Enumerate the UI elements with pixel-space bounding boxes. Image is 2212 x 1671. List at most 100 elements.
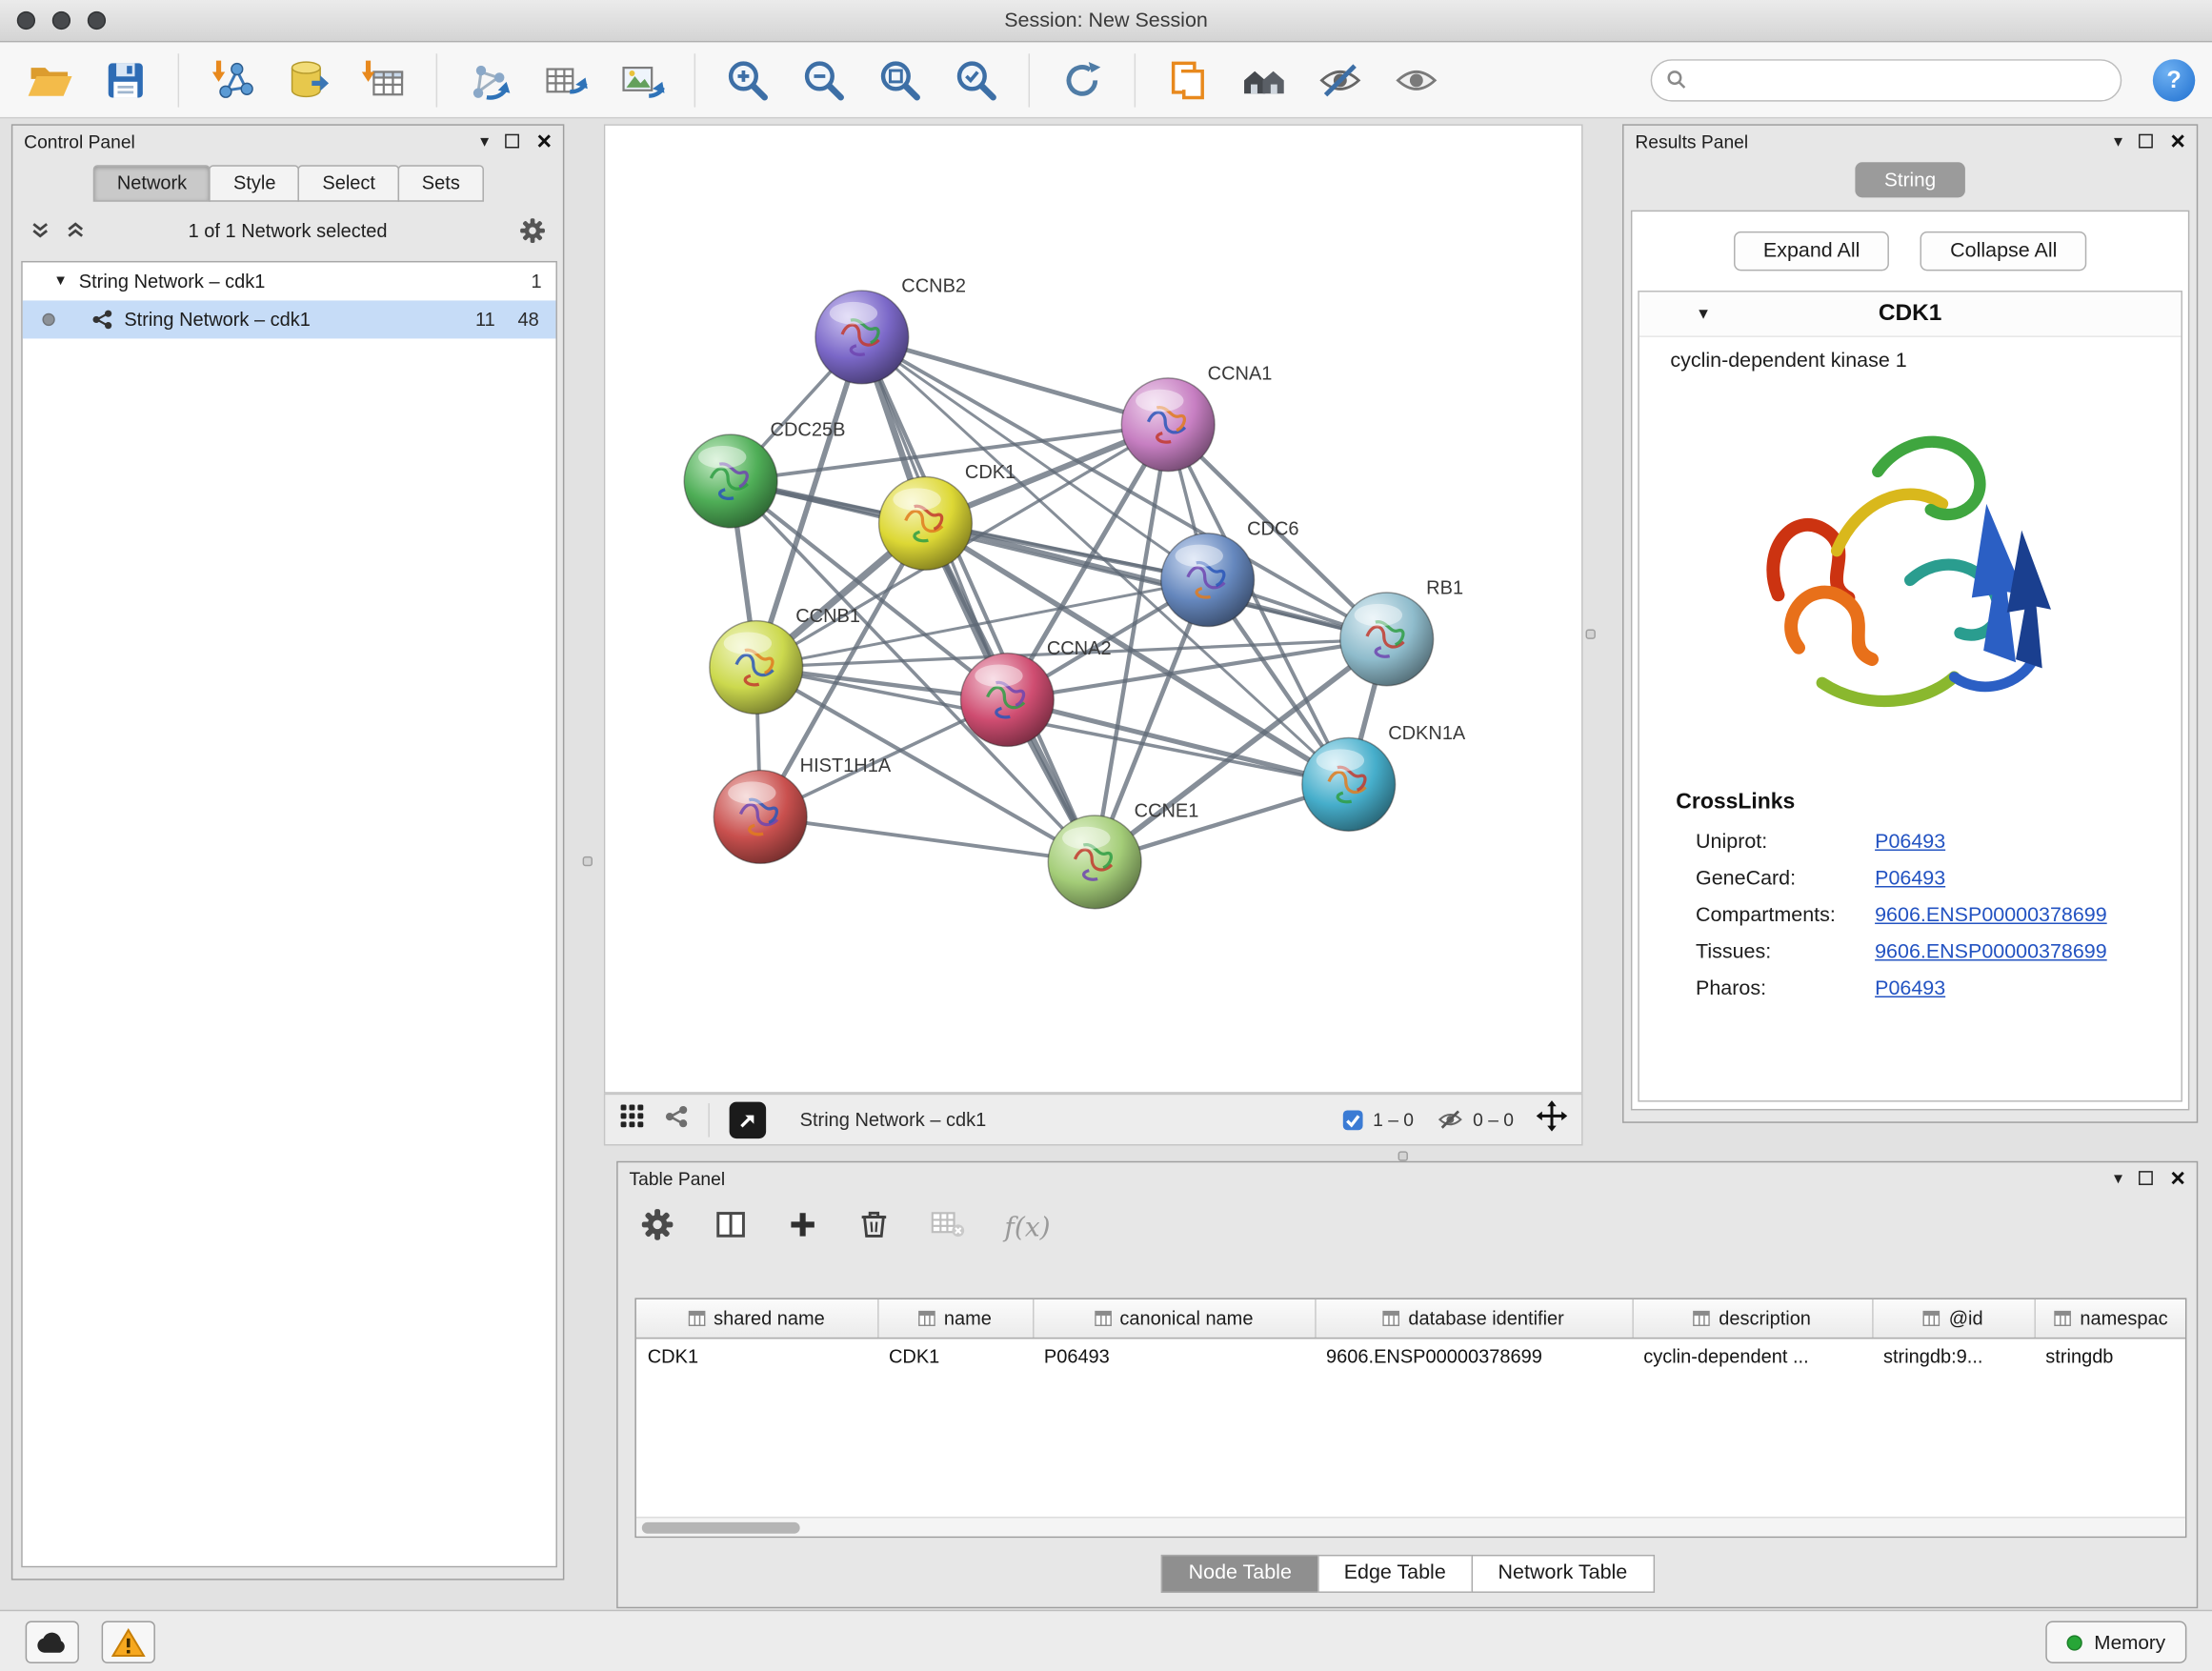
import-network-from-file-button[interactable] (199, 48, 264, 112)
minimize-window-button[interactable] (52, 11, 70, 30)
collapse-entry-icon[interactable]: ▼ (1696, 306, 1711, 323)
search-box[interactable] (1651, 58, 2122, 100)
network-node-ccna1[interactable] (1121, 378, 1215, 472)
table-panel-float-button[interactable] (2140, 1171, 2154, 1185)
control-panel-float-button[interactable] (506, 134, 520, 149)
network-options-button[interactable] (519, 217, 546, 252)
import-table-from-file-button[interactable] (352, 48, 416, 112)
string-network-button[interactable] (665, 1104, 689, 1136)
results-panel-float-button[interactable] (2140, 134, 2154, 149)
table-row[interactable]: CDK1CDK1P064939606.ENSP00000378699cyclin… (636, 1338, 2187, 1375)
clone-network-button[interactable] (457, 48, 522, 112)
export-table-button[interactable] (533, 48, 598, 112)
tab-style[interactable]: Style (210, 165, 300, 202)
document-icon (1167, 58, 1209, 100)
column-header-description[interactable]: description (1632, 1299, 1872, 1338)
eye-slash-icon[interactable] (1437, 1108, 1465, 1132)
save-session-button[interactable] (93, 48, 158, 112)
open-session-button[interactable] (17, 48, 82, 112)
expand-all-icon[interactable] (65, 220, 86, 241)
delete-column-button[interactable] (857, 1208, 890, 1247)
zoom-fit-button[interactable] (868, 48, 933, 112)
network-node-cdkn1a[interactable] (1302, 738, 1396, 832)
network-node-ccnb2[interactable] (815, 291, 909, 384)
network-row-selected[interactable]: String Network – cdk1 11 48 (23, 300, 556, 338)
export-image-button[interactable] (610, 48, 674, 112)
network-node-cdc6[interactable] (1161, 534, 1255, 627)
zoom-in-button[interactable] (715, 48, 780, 112)
collapse-all-button[interactable]: Collapse All (1920, 232, 2086, 271)
results-panel-close-button[interactable]: × (2170, 129, 2185, 154)
show-columns-button[interactable] (714, 1207, 748, 1248)
network-node-ccnb1[interactable] (710, 621, 803, 715)
zoom-out-button[interactable] (792, 48, 856, 112)
network-node-cdc25b[interactable] (684, 434, 777, 528)
tree-expand-icon[interactable]: ▼ (53, 273, 68, 289)
warnings-button[interactable] (102, 1621, 155, 1663)
tab-edge-table[interactable]: Edge Table (1317, 1555, 1473, 1593)
zoom-selected-button[interactable] (944, 48, 1009, 112)
column-header--id[interactable]: @id (1872, 1299, 2034, 1338)
network-node-ccne1[interactable] (1048, 815, 1141, 909)
open-document-button[interactable] (1156, 48, 1220, 112)
table-options-button[interactable] (640, 1207, 674, 1248)
network-graph[interactable]: CCNB2CCNA1CDC25BCDK1CDC6RB1CCNB1CCNA2CDK… (605, 126, 1581, 1092)
column-header-database-identifier[interactable]: database identifier (1315, 1299, 1632, 1338)
column-header-canonical-name[interactable]: canonical name (1033, 1299, 1315, 1338)
results-panel-collapse-button[interactable]: ▾ (2114, 131, 2122, 151)
first-neighbors-button[interactable] (1232, 48, 1297, 112)
crosslink-link[interactable]: 9606.ENSP00000378699 (1875, 904, 2107, 927)
refresh-button[interactable] (1050, 48, 1115, 112)
column-header-name[interactable]: name (877, 1299, 1033, 1338)
pan-tool-button[interactable] (1537, 1100, 1568, 1138)
column-header-shared-name[interactable]: shared name (636, 1299, 877, 1338)
collapse-all-icon[interactable] (30, 220, 50, 241)
network-node-ccna2[interactable] (960, 654, 1054, 747)
network-collection-row[interactable]: ▼ String Network – cdk1 1 (23, 262, 556, 300)
column-header-namespac[interactable]: namespac (2034, 1299, 2186, 1338)
help-button[interactable]: ? (2153, 58, 2195, 100)
tab-node-table[interactable]: Node Table (1161, 1555, 1318, 1593)
scrollbar-thumb[interactable] (642, 1522, 800, 1534)
network-node-hist1h1a[interactable] (714, 771, 807, 864)
crosslink-link[interactable]: P06493 (1875, 868, 1945, 891)
cloud-status-button[interactable] (26, 1621, 79, 1663)
network-canvas[interactable]: CCNB2CCNA1CDC25BCDK1CDC6RB1CCNB1CCNA2CDK… (604, 124, 1583, 1093)
crosslinks-list: Uniprot:P06493GeneCard:P06493Compartment… (1639, 824, 2182, 1008)
zoom-window-button[interactable] (88, 11, 106, 30)
tab-network[interactable]: Network (93, 165, 211, 202)
table-panel-collapse-button[interactable]: ▾ (2114, 1168, 2122, 1188)
grid-layout-button[interactable] (619, 1103, 645, 1136)
control-panel-close-button[interactable]: × (536, 129, 552, 154)
search-input[interactable] (1696, 70, 2106, 91)
splitter-handle[interactable] (583, 856, 593, 866)
memory-button[interactable]: Memory (2046, 1621, 2186, 1663)
add-column-button[interactable] (787, 1208, 818, 1246)
birds-eye-view-button[interactable] (730, 1101, 767, 1138)
show-all-button[interactable] (1384, 48, 1449, 112)
node-table[interactable]: shared namenamecanonical namedatabase id… (634, 1298, 2186, 1538)
control-panel-collapse-button[interactable]: ▾ (480, 131, 489, 151)
network-node-rb1[interactable] (1340, 593, 1434, 686)
tab-sets[interactable]: Sets (398, 165, 484, 202)
function-builder-button[interactable]: f(x) (1004, 1212, 1050, 1243)
expand-all-button[interactable]: Expand All (1734, 232, 1890, 271)
crosslink-link[interactable]: P06493 (1875, 831, 1945, 854)
table-panel-close-button[interactable]: × (2170, 1165, 2185, 1191)
protein-entry-header[interactable]: ▼ CDK1 (1639, 292, 2182, 337)
network-node-cdk1[interactable] (879, 477, 973, 571)
checkbox-icon[interactable] (1342, 1108, 1365, 1131)
hide-selected-button[interactable] (1308, 48, 1373, 112)
crosslink-link[interactable]: 9606.ENSP00000378699 (1875, 941, 2107, 964)
network-toolbar: String Network – cdk1 1 – 0 0 – 0 (604, 1094, 1583, 1146)
tab-select[interactable]: Select (298, 165, 399, 202)
crosslink-link[interactable]: P06493 (1875, 977, 1945, 1000)
import-network-from-database-button[interactable] (275, 48, 340, 112)
tab-string[interactable]: String (1855, 162, 1965, 197)
node-label-ccna2: CCNA2 (1047, 638, 1112, 659)
horizontal-scrollbar[interactable] (636, 1517, 2185, 1537)
close-window-button[interactable] (17, 11, 35, 30)
splitter-handle[interactable] (1398, 1151, 1408, 1160)
tab-network-table[interactable]: Network Table (1471, 1555, 1654, 1593)
splitter-handle[interactable] (1586, 629, 1596, 638)
